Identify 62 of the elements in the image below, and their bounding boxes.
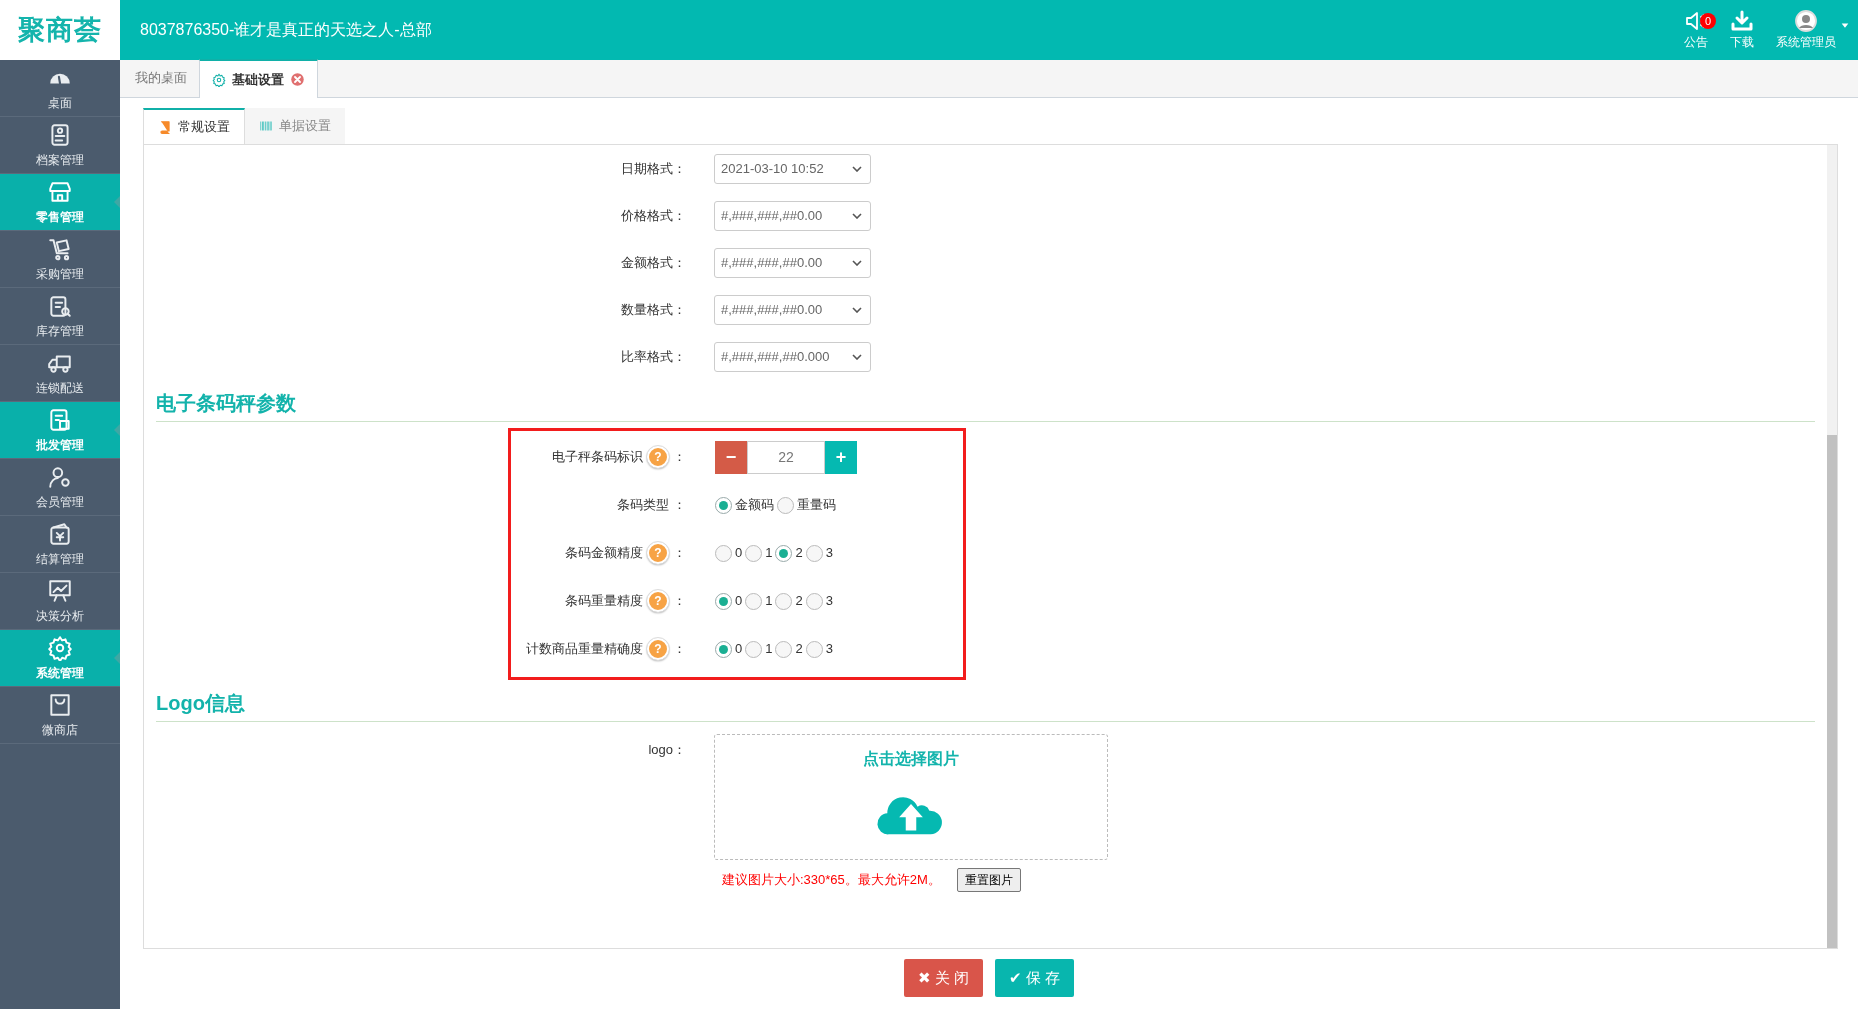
field-label: 计数商品重量精确度 bbox=[526, 640, 643, 659]
format-select[interactable]: #,###,###,##0.00 bbox=[714, 247, 871, 278]
header-action-button[interactable]: 下载 bbox=[1730, 9, 1754, 51]
field-label: 条码类型 bbox=[617, 496, 669, 515]
page-title: 8037876350-谁才是真正的天选之人-总部 bbox=[140, 20, 432, 40]
upload-area[interactable]: 点击选择图片 bbox=[714, 734, 1108, 860]
option-label: 3 bbox=[825, 592, 833, 611]
sidebar-item[interactable]: 库存管理 bbox=[0, 288, 120, 345]
label-colon: ： bbox=[673, 640, 686, 659]
field-label: 电子秤条码标识 bbox=[552, 448, 643, 467]
settings-tab[interactable]: 常规设置 bbox=[143, 108, 245, 144]
option-label: 0 bbox=[735, 640, 743, 659]
notification-badge: 0 bbox=[1700, 13, 1716, 29]
field-label: 比率格式： bbox=[621, 347, 686, 366]
field-label: 条码金额精度 bbox=[565, 544, 643, 563]
settings-tab[interactable]: 单据设置 bbox=[245, 108, 345, 144]
sidebar-item[interactable]: 批发管理 bbox=[0, 402, 120, 459]
field-label: 价格格式： bbox=[621, 206, 686, 225]
option-label: 重量码 bbox=[797, 496, 836, 515]
number-field[interactable]: 22 bbox=[747, 440, 825, 474]
label-colon: ： bbox=[673, 544, 686, 563]
hint-text: 建议图片大小:330*65。最大允许2M。 bbox=[722, 871, 941, 890]
field-label: 数量格式： bbox=[621, 300, 686, 319]
increment-button[interactable]: + bbox=[825, 440, 857, 474]
sidebar-item[interactable]: 微商店 bbox=[0, 687, 120, 744]
section-title: 电子条码秤参数 bbox=[156, 384, 1815, 422]
close-button[interactable]: ✖ 关 闭 bbox=[903, 959, 983, 997]
format-select[interactable]: #,###,###,##0.000 bbox=[714, 341, 871, 372]
upload-label: 点击选择图片 bbox=[863, 749, 959, 769]
option-label: 2 bbox=[795, 544, 803, 563]
sidebar-item[interactable]: 系统管理 bbox=[0, 630, 120, 687]
format-select[interactable]: #,###,###,##0.00 bbox=[714, 294, 871, 325]
decrement-button[interactable]: − bbox=[715, 440, 747, 474]
section-title: Logo信息 bbox=[156, 684, 1815, 722]
label-colon: ： bbox=[673, 448, 686, 467]
save-button[interactable]: ✔ 保 存 bbox=[995, 959, 1075, 997]
sidebar-item[interactable]: 会员管理 bbox=[0, 459, 120, 516]
tab[interactable]: 基础设置 bbox=[199, 59, 318, 98]
format-select[interactable]: #,###,###,##0.00 bbox=[714, 200, 871, 231]
option-label: 3 bbox=[825, 640, 833, 659]
format-select[interactable]: 2021-03-10 10:52 bbox=[714, 153, 871, 184]
header-action-button[interactable]: 系统管理员 bbox=[1776, 9, 1836, 51]
option-label: 2 bbox=[795, 640, 803, 659]
field-label: logo： bbox=[648, 741, 686, 759]
field-label: 金额格式： bbox=[621, 253, 686, 272]
reset-image-button[interactable]: 重置图片 bbox=[956, 868, 1021, 892]
option-label: 1 bbox=[765, 592, 773, 611]
option-label: 2 bbox=[795, 592, 803, 611]
tab[interactable]: 我的桌面 bbox=[123, 59, 199, 97]
option-label: 1 bbox=[765, 640, 773, 659]
option-label: 1 bbox=[765, 544, 773, 563]
option-label: 0 bbox=[735, 592, 743, 611]
option-label: 金额码 bbox=[735, 496, 774, 515]
option-label: 0 bbox=[735, 544, 743, 563]
sidebar-item[interactable]: 零售管理 bbox=[0, 174, 120, 231]
field-label: 条码重量精度 bbox=[565, 592, 643, 611]
sidebar-item[interactable]: 采购管理 bbox=[0, 231, 120, 288]
field-label: 日期格式： bbox=[621, 159, 686, 178]
option-label: 3 bbox=[825, 544, 833, 563]
label-colon: ： bbox=[673, 592, 686, 611]
sidebar-item[interactable]: 结算管理 bbox=[0, 516, 120, 573]
label-colon: ： bbox=[673, 496, 686, 515]
